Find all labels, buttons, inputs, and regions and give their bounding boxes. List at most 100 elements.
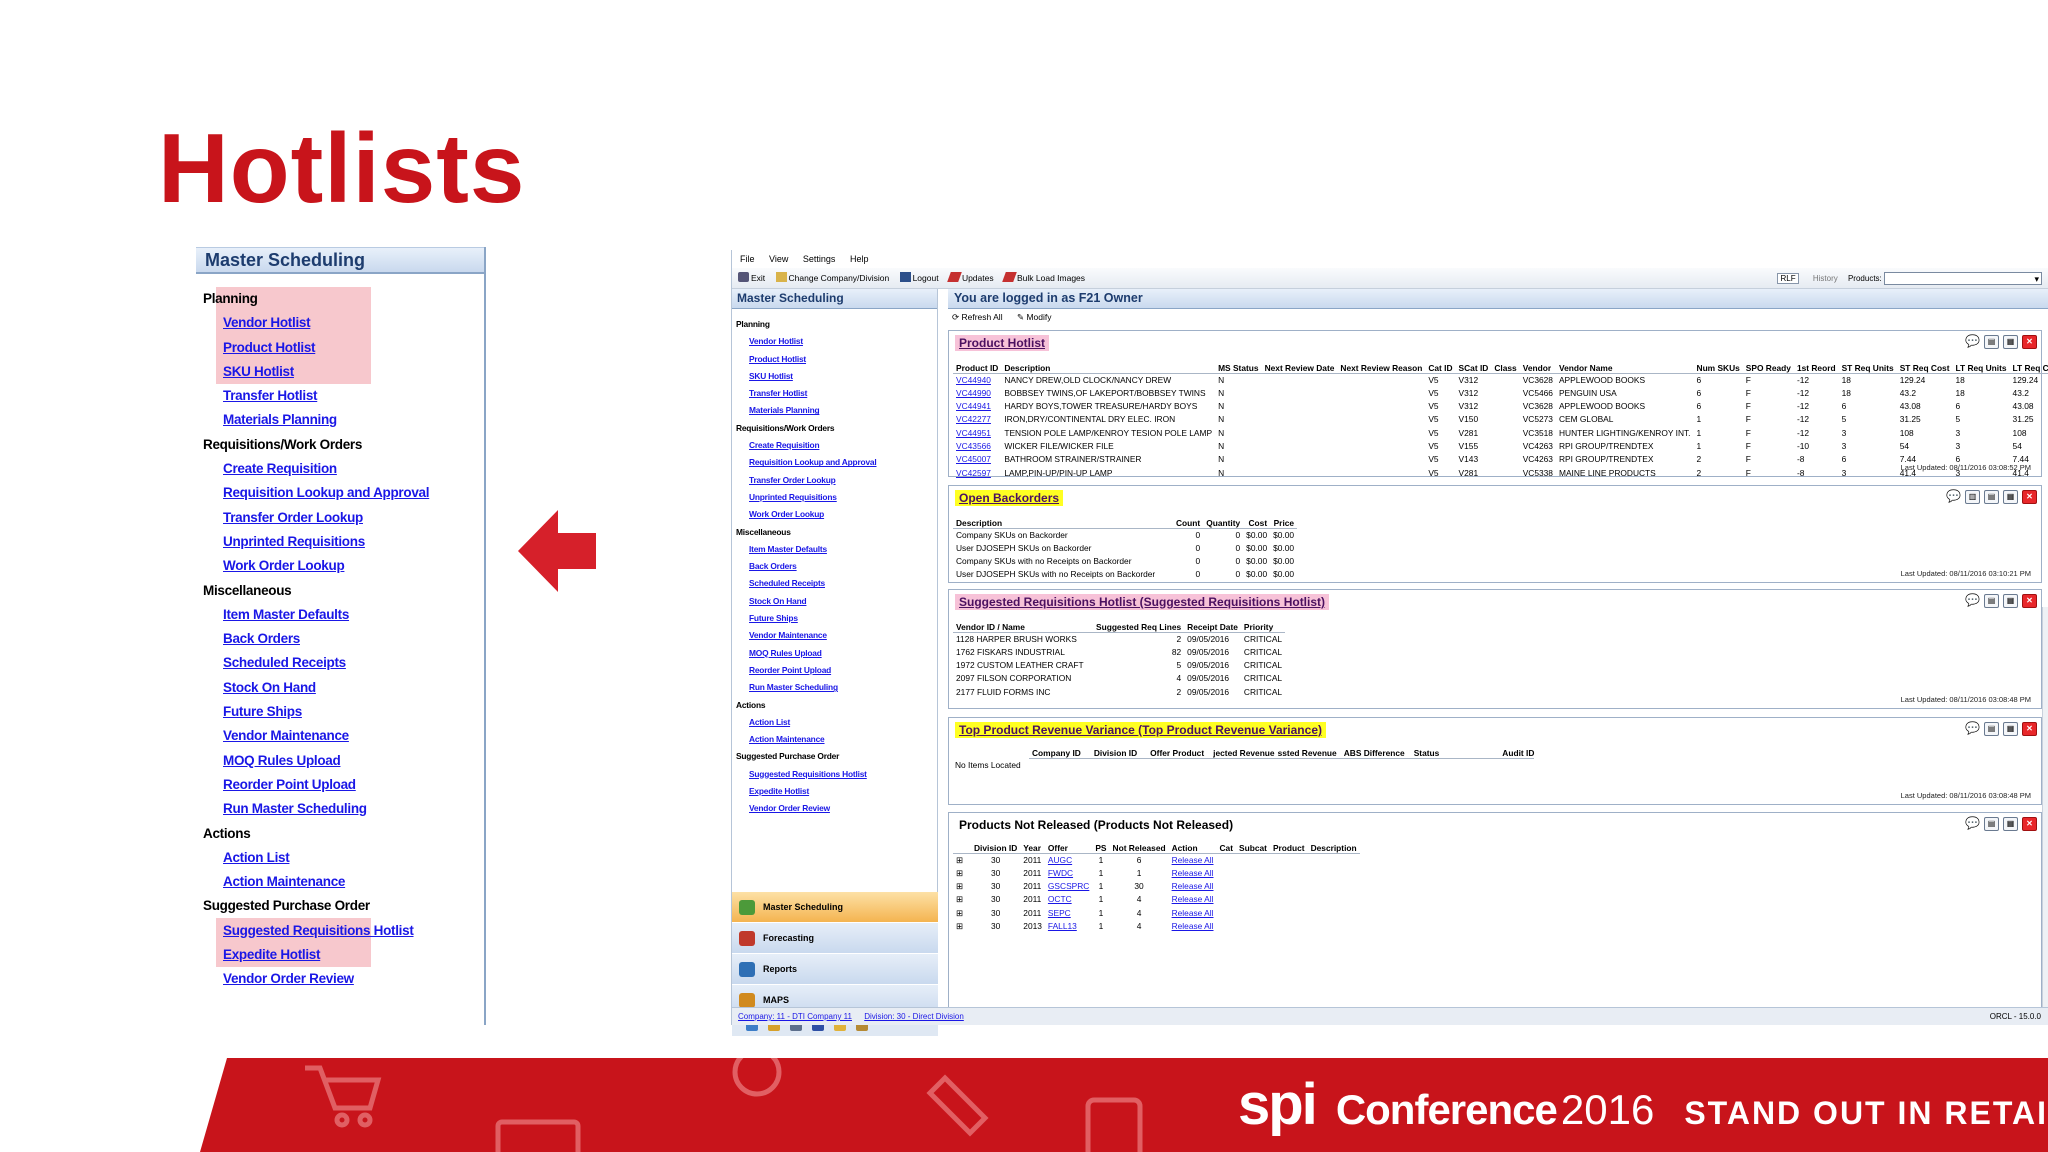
- sidebar-link-suggested-requisitions-hotlist[interactable]: Suggested Requisitions Hotlist: [732, 766, 937, 783]
- menu-link-transfer-hotlist[interactable]: Transfer Hotlist: [196, 384, 484, 408]
- column-header-cat[interactable]: Cat: [1217, 833, 1237, 853]
- menu-link-vendor-hotlist[interactable]: Vendor Hotlist: [196, 311, 484, 335]
- cell-link[interactable]: OCTC: [1045, 893, 1092, 906]
- export-icon[interactable]: ▤: [1984, 722, 1999, 736]
- cell-link[interactable]: AUGC: [1045, 853, 1092, 867]
- column-header-division-id[interactable]: Division ID: [1091, 738, 1147, 758]
- column-header-cost[interactable]: Cost: [1243, 508, 1270, 528]
- cell-link[interactable]: GSCSPRC: [1045, 880, 1092, 893]
- menu-link-back-orders[interactable]: Back Orders: [196, 627, 484, 651]
- sidebar-link-vendor-hotlist[interactable]: Vendor Hotlist: [732, 333, 937, 350]
- menu-link-item-master-defaults[interactable]: Item Master Defaults: [196, 603, 484, 627]
- column-header-count[interactable]: Count: [1173, 508, 1203, 528]
- sidebar-link-vendor-order-review[interactable]: Vendor Order Review: [732, 800, 937, 817]
- sidebar-link-run-master-scheduling[interactable]: Run Master Scheduling: [732, 679, 937, 696]
- column-header-suggested-req-lines[interactable]: Suggested Req Lines: [1093, 612, 1184, 632]
- cell-link[interactable]: Release All: [1169, 907, 1217, 920]
- products-dropdown[interactable]: [1884, 269, 2042, 290]
- sidebar-link-create-requisition[interactable]: Create Requisition: [732, 437, 937, 454]
- sidebar-link-reorder-point-upload[interactable]: Reorder Point Upload: [732, 662, 937, 679]
- cell-link[interactable]: VC44940: [953, 373, 1001, 387]
- cell-link[interactable]: Release All: [1169, 920, 1217, 933]
- history-button[interactable]: History: [1813, 274, 1838, 283]
- column-header-not-released[interactable]: Not Released: [1110, 833, 1169, 853]
- close-icon[interactable]: ✕: [2022, 722, 2037, 736]
- menu-link-vendor-maintenance[interactable]: Vendor Maintenance: [196, 724, 484, 748]
- sidebar-link-future-ships[interactable]: Future Ships: [732, 610, 937, 627]
- column-header-expand[interactable]: [953, 833, 971, 853]
- close-icon[interactable]: ✕: [2022, 490, 2037, 504]
- comment-icon[interactable]: 💬: [1965, 817, 1980, 831]
- table-row[interactable]: VC45007 BATHROOM STRAINER/STRAINER N V5 V143…: [953, 453, 2048, 466]
- column-header-company-id[interactable]: Company ID: [1029, 738, 1091, 758]
- column-header-1st-reord[interactable]: 1st Reord: [1794, 353, 1839, 373]
- menu-link-product-hotlist[interactable]: Product Hotlist: [196, 336, 484, 360]
- table-row[interactable]: 1972 CUSTOM LEATHER CRAFT 5 09/05/2016 CRIT…: [953, 659, 1285, 672]
- column-header-offer-product[interactable]: Offer Product: [1147, 738, 1210, 758]
- vertical-scrollbar[interactable]: [2042, 607, 2048, 1007]
- bulk-load-images-button[interactable]: Bulk Load Images: [1002, 272, 1085, 283]
- table-row[interactable]: ⊞ 30 2011 FWDC 1 1 Release All: [953, 867, 1360, 880]
- cell-link[interactable]: Release All: [1169, 867, 1217, 880]
- column-header-subcat[interactable]: Subcat: [1236, 833, 1270, 853]
- table-row[interactable]: VC42277 IRON,DRY/CONTINENTAL DRY ELEC. IR…: [953, 413, 2048, 426]
- column-header-year[interactable]: Year: [1020, 833, 1045, 853]
- sidebar-link-transfer-hotlist[interactable]: Transfer Hotlist: [732, 385, 937, 402]
- cell-link[interactable]: Release All: [1169, 880, 1217, 893]
- settings-icon[interactable]: ▦: [2003, 817, 2018, 831]
- logout-button[interactable]: Logout: [899, 272, 939, 283]
- comment-icon[interactable]: 💬: [1965, 335, 1980, 349]
- top-revenue-variance-title[interactable]: Top Product Revenue Variance (Top Produc…: [955, 722, 1326, 738]
- sidebar-link-requisition-lookup-and-approval[interactable]: Requisition Lookup and Approval: [732, 454, 937, 471]
- menu-view[interactable]: View: [769, 254, 788, 264]
- column-header-product-id[interactable]: Product ID: [953, 353, 1001, 373]
- menu-link-moq-rules-upload[interactable]: MOQ Rules Upload: [196, 749, 484, 773]
- open-backorders-title[interactable]: Open Backorders: [955, 490, 1064, 506]
- cell-link[interactable]: FWDC: [1045, 867, 1092, 880]
- cell-link[interactable]: Release All: [1169, 853, 1217, 867]
- column-header-audit-id[interactable]: Audit ID: [1499, 738, 1534, 758]
- suggested-requisitions-title[interactable]: Suggested Requisitions Hotlist (Suggeste…: [955, 594, 1330, 610]
- table-row[interactable]: ⊞ 30 2011 GSCSPRC 1 30 Release All: [953, 880, 1360, 893]
- table-row[interactable]: 1762 FISKARS INDUSTRIAL 82 09/05/2016 CRITI…: [953, 646, 1285, 659]
- sidebar-link-unprinted-requisitions[interactable]: Unprinted Requisitions: [732, 489, 937, 506]
- menu-link-scheduled-receipts[interactable]: Scheduled Receipts: [196, 651, 484, 675]
- export-icon[interactable]: ▤: [1984, 594, 1999, 608]
- sidebar-link-action-list[interactable]: Action List: [732, 714, 937, 731]
- export-icon[interactable]: ▤: [1984, 490, 1999, 504]
- table-row[interactable]: 2097 FILSON CORPORATION 4 09/05/2016 CRITIC…: [953, 672, 1285, 685]
- column-header-spo-ready[interactable]: SPO Ready: [1743, 353, 1794, 373]
- table-row[interactable]: Company SKUs with no Receipts on Backord…: [953, 555, 1297, 568]
- settings-icon[interactable]: ▦: [2003, 722, 2018, 736]
- table-row[interactable]: Company SKUs on Backorder 0 0 $0.00 $0.00: [953, 528, 1297, 542]
- table-row[interactable]: ⊞ 30 2011 OCTC 1 4 Release All: [953, 893, 1360, 906]
- column-header-vendor[interactable]: Vendor: [1520, 353, 1556, 373]
- table-row[interactable]: 2177 FLUID FORMS INC 2 09/05/2016 CRITICAL: [953, 686, 1285, 699]
- menu-link-vendor-order-review[interactable]: Vendor Order Review: [196, 967, 484, 991]
- module-button-forecasting[interactable]: Forecasting: [732, 923, 938, 954]
- table-row[interactable]: ⊞ 30 2011 AUGC 1 6 Release All: [953, 853, 1360, 867]
- module-button-reports[interactable]: Reports: [732, 954, 938, 985]
- cell-link[interactable]: SEPC: [1045, 907, 1092, 920]
- sidebar-link-work-order-lookup[interactable]: Work Order Lookup: [732, 506, 937, 523]
- export-icon[interactable]: ▤: [1984, 335, 1999, 349]
- column-header-next-review-reason[interactable]: Next Review Reason: [1337, 353, 1425, 373]
- table-row[interactable]: User DJOSEPH SKUs on Backorder 0 0 $0.00 $0.…: [953, 542, 1297, 555]
- column-header-quantity[interactable]: Quantity: [1203, 508, 1243, 528]
- close-icon[interactable]: ✕: [2022, 594, 2037, 608]
- updates-button[interactable]: Updates: [947, 272, 994, 283]
- cell-link[interactable]: VC44951: [953, 427, 1001, 440]
- menu-link-requisition-lookup-and-approval[interactable]: Requisition Lookup and Approval: [196, 481, 484, 505]
- chart-icon[interactable]: ▥: [1965, 490, 1980, 504]
- menu-link-unprinted-requisitions[interactable]: Unprinted Requisitions: [196, 530, 484, 554]
- cell-link[interactable]: VC43566: [953, 440, 1001, 453]
- table-row[interactable]: VC43566 WICKER FILE/WICKER FILE N V5 V155 VC4…: [953, 440, 2048, 453]
- exit-button[interactable]: Exit: [738, 272, 765, 283]
- column-header-status[interactable]: Status: [1411, 738, 1500, 758]
- table-row[interactable]: VC44940 NANCY DREW,OLD CLOCK/NANCY DREW N V…: [953, 373, 2048, 387]
- table-row[interactable]: VC42597 LAMP,PIN-UP/PIN-UP LAMP N V5 V281 VC5…: [953, 467, 2048, 480]
- menu-link-materials-planning[interactable]: Materials Planning: [196, 408, 484, 432]
- column-header-num-skus[interactable]: Num SKUs: [1694, 353, 1743, 373]
- column-header-description[interactable]: Description: [1001, 353, 1215, 373]
- column-header-priority[interactable]: Priority: [1241, 612, 1285, 632]
